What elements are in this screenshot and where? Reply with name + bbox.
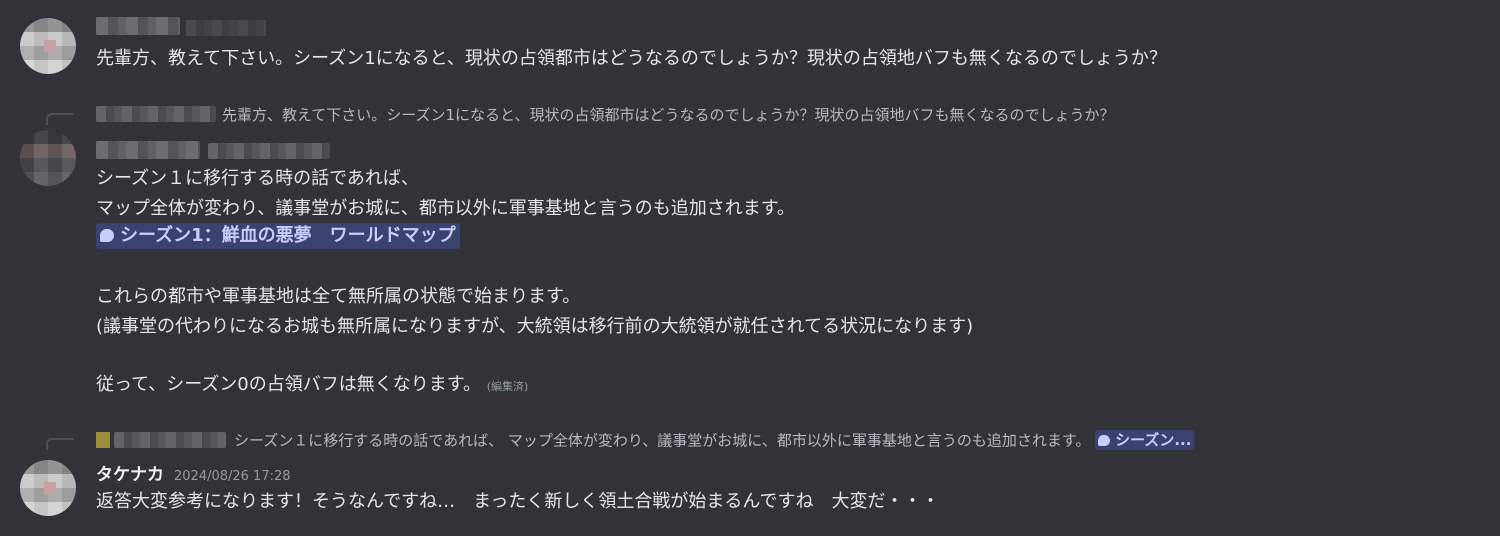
reply-spine xyxy=(46,113,74,125)
message-line: これらの都市や軍事基地は全て無所属の状態で始まります。 xyxy=(96,286,581,307)
message-header: タケナカ 2024/08/26 17:28 xyxy=(96,460,291,485)
timestamp[interactable]: 2024/08/26 17:28 xyxy=(174,469,291,484)
speech-bubble-icon xyxy=(1098,434,1111,446)
username-redacted[interactable] xyxy=(96,141,200,159)
reply-channel-mention-label: シーズン... xyxy=(1115,431,1192,449)
edited-label: (編集済) xyxy=(486,380,529,393)
reply-avatar-redacted[interactable] xyxy=(96,432,110,448)
speech-bubble-icon xyxy=(100,229,114,242)
message-line-with-edit: 従って、シーズン0の占領バフは無くなります。 (編集済) xyxy=(96,370,528,402)
reply-channel-mention[interactable]: シーズン... xyxy=(1095,430,1195,450)
message-line: シーズン１に移行する時の話であれば、 xyxy=(96,168,419,189)
reply-preview[interactable]: 先輩方、教えて下さい。シーズン1になると、現状の占領都市はどうなるのでしょうか？… xyxy=(222,105,1114,125)
avatar[interactable] xyxy=(20,460,76,516)
reply-username-redacted[interactable] xyxy=(114,432,226,448)
avatar[interactable] xyxy=(20,130,76,186)
channel-mention[interactable]: シーズン1：鮮血の悪夢 ワールドマップ xyxy=(96,222,460,252)
timestamp-redacted xyxy=(186,20,266,36)
reply-preview: シーズン１に移行する時の話であれば、 マップ全体が変わり、議事堂がお城に、都市以… xyxy=(234,431,1091,450)
message-text: 先輩方、教えて下さい。シーズン1になると、現状の占領都市はどうなるのでしょうか？… xyxy=(96,48,1167,69)
timestamp-redacted xyxy=(208,143,330,159)
reply-preview-row[interactable]: シーズン１に移行する時の話であれば、 マップ全体が変わり、議事堂がお城に、都市以… xyxy=(234,430,1195,451)
avatar[interactable] xyxy=(20,18,76,74)
reply-spine xyxy=(46,438,74,450)
reply-username-redacted[interactable] xyxy=(96,106,216,122)
message-line: 従って、シーズン0の占領バフは無くなります。 xyxy=(96,374,481,395)
message-line: (議事堂の代わりになるお城も無所属になりますが、大統領は移行前の大統領が就任され… xyxy=(96,316,974,337)
message-line: マップ全体が変わり、議事堂がお城に、都市以外に軍事基地と言うのも追加されます。 xyxy=(96,198,795,219)
username-redacted[interactable] xyxy=(96,17,180,35)
message-text: 返答大変参考になります！そうなんですね… まったく新しく領土合戦が始まるんですね… xyxy=(96,491,940,512)
channel-mention-label: シーズン1：鮮血の悪夢 ワールドマップ xyxy=(120,224,456,246)
username[interactable]: タケナカ xyxy=(96,460,164,485)
